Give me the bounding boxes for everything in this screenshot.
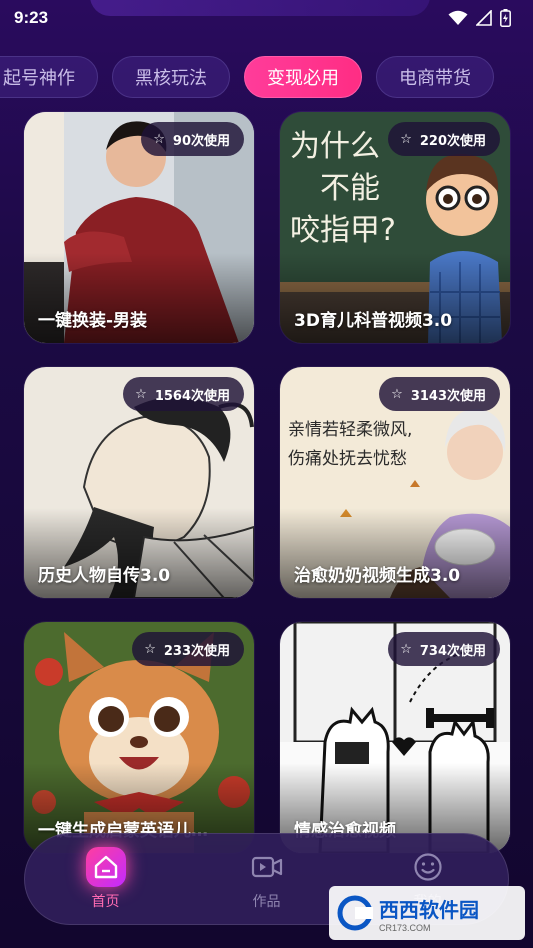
template-card[interactable]: ☆ 734次使用 情感治愈视频 <box>280 622 510 853</box>
star-icon: ☆ <box>153 131 165 147</box>
star-icon: ☆ <box>391 386 403 402</box>
smile-icon <box>413 853 442 881</box>
template-card[interactable]: 亲情若轻柔微风, 伤痛处抚去忧愁 ☆ 3143次使用 治愈奶奶视频生成3.0 <box>280 367 510 598</box>
watermark-main: 西西软件园 <box>379 897 479 922</box>
template-grid: ☆ 90次使用 一键换装-男装 为什么 不能 咬指甲? ☆ 220次使用 3D育… <box>24 112 510 853</box>
nav-label: 首页 <box>91 894 120 910</box>
status-icons <box>448 9 511 27</box>
star-icon: ☆ <box>400 131 412 147</box>
nav-home[interactable]: 首页 <box>46 847 166 911</box>
star-icon: ☆ <box>400 641 412 657</box>
template-card[interactable]: ☆ 90次使用 一键换装-男装 <box>24 112 254 343</box>
usage-count: 90次使用 <box>172 133 230 149</box>
usage-badge: ☆ 3143次使用 <box>379 377 500 411</box>
usage-badge: ☆ 90次使用 <box>141 122 244 156</box>
wifi-icon <box>448 10 468 25</box>
usage-count: 3143次使用 <box>410 388 486 404</box>
blackboard-text-2: 不能 <box>320 171 380 206</box>
watermark-sub: CR173.COM <box>379 922 431 933</box>
video-icon-wrap <box>247 847 287 887</box>
nav-label: 作品 <box>252 894 281 910</box>
usage-badge: ☆ 1564次使用 <box>123 377 244 411</box>
watermark-logo <box>337 895 373 931</box>
card-title: 3D育儿科普视频3.0 <box>294 311 453 331</box>
star-icon: ☆ <box>144 641 156 657</box>
home-icon-wrap <box>85 847 126 887</box>
blackboard-text-3: 咬指甲? <box>290 213 396 248</box>
category-tabs: 起号神作 黑核玩法 变现必用 电商带货 <box>0 56 494 98</box>
status-bar: 9:23 <box>0 0 533 36</box>
card-title: 历史人物自传3.0 <box>38 566 171 586</box>
poem-line-2: 伤痛处抚去忧愁 <box>288 449 407 469</box>
site-watermark: 西西软件园 CR173.COM <box>329 886 525 940</box>
usage-count: 233次使用 <box>163 643 230 659</box>
smile-icon-wrap <box>408 847 448 887</box>
tab-qihao[interactable]: 起号神作 <box>0 56 98 98</box>
nav-works[interactable]: 作品 <box>207 847 327 911</box>
template-card[interactable]: ☆ 233次使用 一键生成启蒙英语儿… <box>24 622 254 853</box>
card-title: 一键换装-男装 <box>38 311 148 331</box>
signal-icon <box>476 10 492 26</box>
tab-bianxian[interactable]: 变现必用 <box>244 56 362 98</box>
tab-dianshang[interactable]: 电商带货 <box>376 56 494 98</box>
watermark-text: 西西软件园 CR173.COM <box>379 894 479 933</box>
card-title: 治愈奶奶视频生成3.0 <box>294 566 461 586</box>
poem-line-1: 亲情若轻柔微风, <box>288 420 412 440</box>
battery-icon <box>500 9 511 27</box>
usage-count: 1564次使用 <box>154 388 230 404</box>
usage-count: 734次使用 <box>419 643 486 659</box>
star-icon: ☆ <box>135 386 147 402</box>
video-icon <box>251 856 282 878</box>
template-card[interactable]: 为什么 不能 咬指甲? ☆ 220次使用 3D育儿科普视频3.0 <box>280 112 510 343</box>
blackboard-text-1: 为什么 <box>290 129 380 164</box>
usage-badge: ☆ 233次使用 <box>132 632 244 666</box>
template-card[interactable]: ☆ 1564次使用 历史人物自传3.0 <box>24 367 254 598</box>
usage-count: 220次使用 <box>419 133 486 149</box>
tab-heihe[interactable]: 黑核玩法 <box>112 56 230 98</box>
status-time: 9:23 <box>14 8 49 27</box>
usage-badge: ☆ 220次使用 <box>388 122 500 156</box>
home-icon <box>94 855 117 879</box>
usage-badge: ☆ 734次使用 <box>388 632 500 666</box>
